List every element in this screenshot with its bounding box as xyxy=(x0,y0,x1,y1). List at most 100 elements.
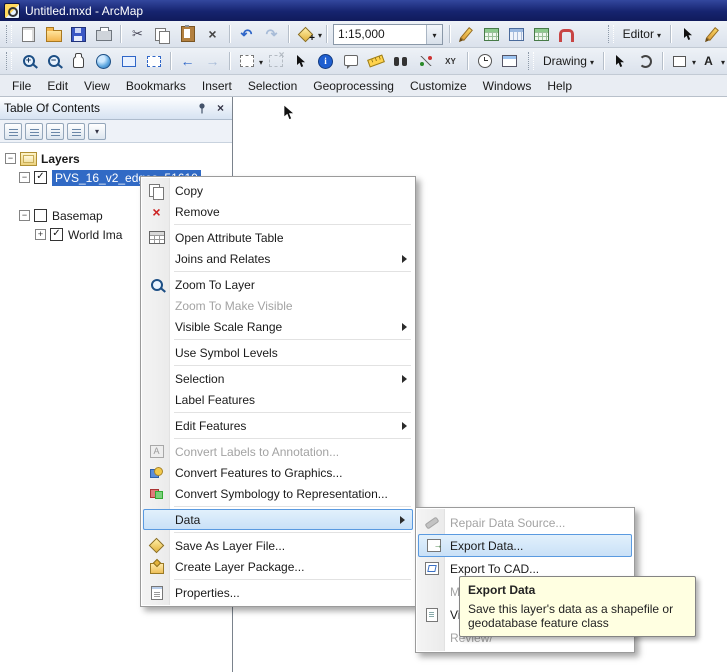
menu-item-create-layer-package[interactable]: Create Layer Package... xyxy=(141,556,415,577)
editor-dropdown[interactable]: Editor xyxy=(618,25,666,43)
layers-expander-icon[interactable] xyxy=(5,153,16,164)
back-extent-icon[interactable] xyxy=(176,50,199,72)
list-by-visibility-icon[interactable] xyxy=(46,123,64,140)
layer-visibility-checkbox[interactable] xyxy=(34,171,47,184)
list-by-source-icon[interactable] xyxy=(25,123,43,140)
copy-icon[interactable] xyxy=(151,23,174,45)
menu-item-zoom-to-layer[interactable]: Zoom To Layer xyxy=(141,274,415,295)
toolbar-grip[interactable] xyxy=(6,25,12,43)
menu-item-remove[interactable]: Remove xyxy=(141,201,415,222)
snapping-icon[interactable] xyxy=(555,23,578,45)
find-route-icon[interactable] xyxy=(414,50,437,72)
cut-icon[interactable] xyxy=(126,23,149,45)
menu-item-label-features[interactable]: Label Features xyxy=(141,389,415,410)
toolbar-grip[interactable] xyxy=(6,52,12,70)
menu-item-copy[interactable]: Copy xyxy=(141,180,415,201)
menu-item-selection[interactable]: Selection xyxy=(141,368,415,389)
toolbar-grip[interactable] xyxy=(608,25,614,43)
submenu-item-repair-data-source[interactable]: Repair Data Source... xyxy=(416,511,634,534)
go-to-xy-icon[interactable] xyxy=(439,50,462,72)
layer-expander-icon[interactable] xyxy=(19,172,30,183)
identify-icon[interactable] xyxy=(314,50,337,72)
open-table-icon[interactable] xyxy=(505,23,528,45)
pan-icon[interactable] xyxy=(67,50,90,72)
rotate-icon[interactable] xyxy=(634,50,657,72)
sketch-pencil-icon[interactable] xyxy=(701,23,724,45)
drawing-dropdown[interactable]: Drawing xyxy=(538,52,599,70)
related-tables-icon[interactable] xyxy=(530,23,553,45)
menu-item-convert-features-to-graphics[interactable]: Convert Features to Graphics... xyxy=(141,462,415,483)
menu-file[interactable]: File xyxy=(4,76,39,96)
select-features-caret-icon[interactable] xyxy=(259,54,263,68)
time-slider-icon[interactable] xyxy=(473,50,496,72)
zoom-in-icon[interactable] xyxy=(17,50,40,72)
menu-geoprocessing[interactable]: Geoprocessing xyxy=(305,76,402,96)
select-elements-tool-icon[interactable] xyxy=(609,50,632,72)
delete-icon[interactable] xyxy=(201,23,224,45)
menu-item-use-symbol-levels[interactable]: Use Symbol Levels xyxy=(141,342,415,363)
find-icon[interactable] xyxy=(389,50,412,72)
menu-bookmarks[interactable]: Bookmarks xyxy=(118,76,194,96)
world-imagery-expander-icon[interactable] xyxy=(35,229,46,240)
shape-tool-icon[interactable] xyxy=(668,50,691,72)
undo-icon[interactable] xyxy=(235,23,258,45)
zoom-out-icon[interactable] xyxy=(42,50,65,72)
basemap-label[interactable]: Basemap xyxy=(52,209,103,223)
tree-row-layers[interactable]: Layers xyxy=(0,149,232,168)
viewer-window-icon[interactable] xyxy=(498,50,521,72)
close-icon[interactable] xyxy=(213,101,228,116)
full-extent-icon[interactable] xyxy=(92,50,115,72)
menu-item-convert-labels-to-annotation[interactable]: Convert Labels to Annotation... xyxy=(141,441,415,462)
basemap-expander-icon[interactable] xyxy=(19,210,30,221)
menu-view[interactable]: View xyxy=(76,76,118,96)
world-imagery-label[interactable]: World Ima xyxy=(68,228,122,242)
layers-label[interactable]: Layers xyxy=(41,152,80,166)
select-elements-icon[interactable] xyxy=(289,50,312,72)
print-icon[interactable] xyxy=(92,23,115,45)
fixed-zoom-in-icon[interactable] xyxy=(117,50,140,72)
edit-sketch-icon[interactable] xyxy=(455,23,478,45)
html-popup-icon[interactable] xyxy=(339,50,362,72)
text-tool-caret-icon[interactable] xyxy=(721,54,725,68)
menu-selection[interactable]: Selection xyxy=(240,76,305,96)
menu-item-visible-scale-range[interactable]: Visible Scale Range xyxy=(141,316,415,337)
map-scale-combobox[interactable]: 1:15,000 xyxy=(333,24,443,45)
forward-extent-icon[interactable] xyxy=(201,50,224,72)
menu-item-joins-and-relates[interactable]: Joins and Relates xyxy=(141,248,415,269)
map-scale-dropdown-button[interactable] xyxy=(426,25,442,44)
menu-customize[interactable]: Customize xyxy=(402,76,475,96)
menu-insert[interactable]: Insert xyxy=(194,76,240,96)
save-icon[interactable] xyxy=(67,23,90,45)
submenu-item-export-data[interactable]: Export Data... xyxy=(418,534,632,557)
measure-icon[interactable] xyxy=(364,50,387,72)
shape-tool-caret-icon[interactable] xyxy=(692,54,696,68)
basemap-visibility-checkbox[interactable] xyxy=(34,209,47,222)
open-folder-icon[interactable] xyxy=(42,23,65,45)
clear-selection-icon[interactable] xyxy=(264,50,287,72)
toolbar-grip[interactable] xyxy=(528,52,534,70)
paste-icon[interactable] xyxy=(176,23,199,45)
attributes-table-icon[interactable] xyxy=(480,23,503,45)
new-document-icon[interactable] xyxy=(17,23,40,45)
select-features-icon[interactable] xyxy=(235,50,258,72)
menu-item-edit-features[interactable]: Edit Features xyxy=(141,415,415,436)
pin-icon[interactable] xyxy=(194,101,209,116)
add-data-button[interactable]: + xyxy=(294,23,317,45)
world-imagery-visibility-checkbox[interactable] xyxy=(50,228,63,241)
menu-help[interactable]: Help xyxy=(539,76,580,96)
menu-windows[interactable]: Windows xyxy=(475,76,540,96)
menu-item-save-as-layer-file[interactable]: Save As Layer File... xyxy=(141,535,415,556)
menu-item-zoom-to-make-visible[interactable]: Zoom To Make Visible xyxy=(141,295,415,316)
add-data-caret-icon[interactable] xyxy=(318,27,322,41)
list-by-drawing-order-icon[interactable] xyxy=(4,123,22,140)
menu-item-open-attribute-table[interactable]: Open Attribute Table xyxy=(141,227,415,248)
list-by-selection-icon[interactable] xyxy=(67,123,85,140)
menu-item-data[interactable]: Data xyxy=(143,509,413,530)
map-scale-value[interactable]: 1:15,000 xyxy=(334,27,426,41)
edit-tool-icon[interactable] xyxy=(676,23,699,45)
text-tool-icon[interactable] xyxy=(697,50,720,72)
menu-item-properties[interactable]: Properties... xyxy=(141,582,415,603)
menu-item-convert-symbology-to-representation[interactable]: Convert Symbology to Representation... xyxy=(141,483,415,504)
menu-edit[interactable]: Edit xyxy=(39,76,76,96)
toc-options-icon[interactable] xyxy=(88,123,106,140)
